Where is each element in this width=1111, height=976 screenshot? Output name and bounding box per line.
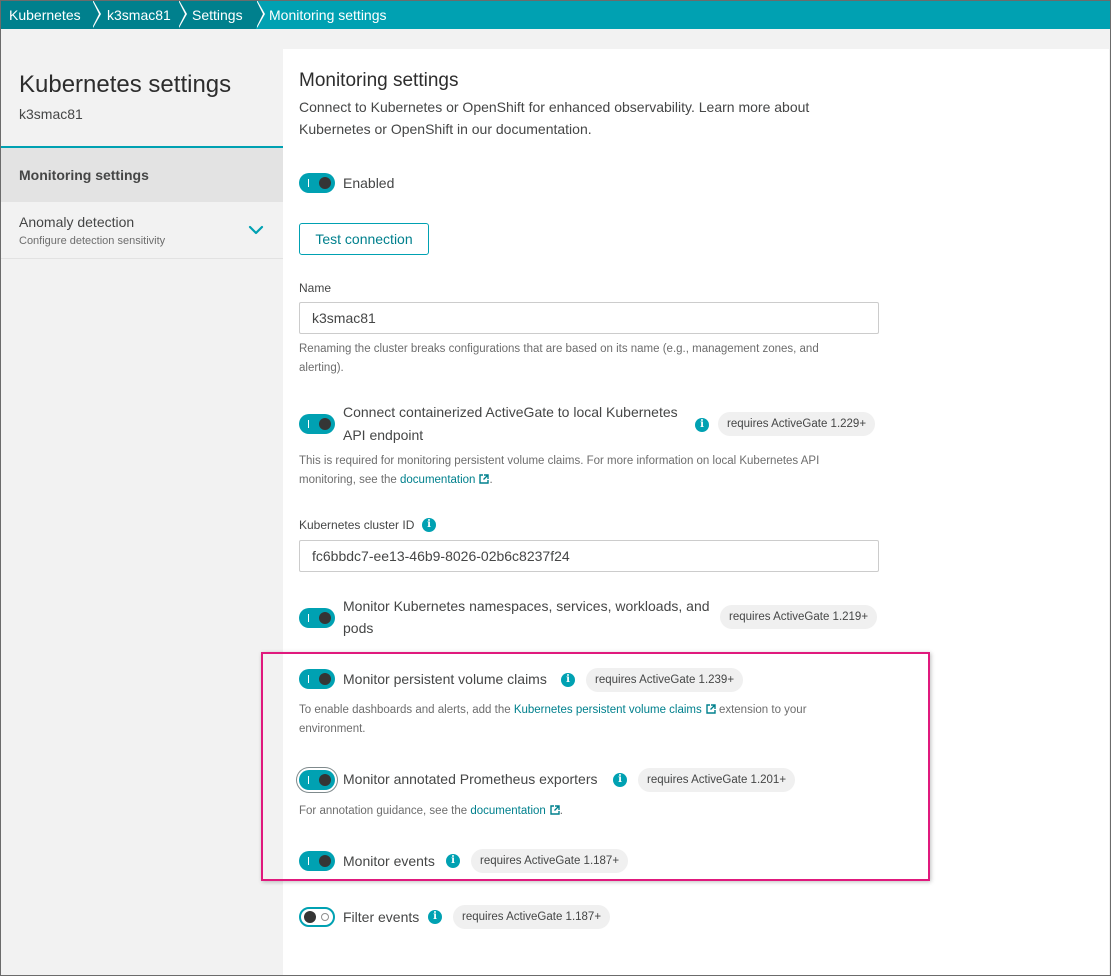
test-connection-button[interactable]: Test connection	[299, 223, 429, 255]
activegate-help-line2: monitoring, see the documentation.	[299, 471, 493, 490]
info-icon[interactable]: i	[446, 854, 460, 868]
pvc-help-line2: environment.	[299, 723, 366, 735]
toggle-knob	[304, 911, 316, 923]
toggle-on-marker	[308, 179, 309, 187]
activegate-endpoint-toggle[interactable]	[299, 414, 335, 434]
breadcrumb-cluster[interactable]: k3smac81	[92, 0, 187, 29]
documentation-link[interactable]: documentation	[400, 474, 490, 486]
prometheus-help: For annotation guidance, see the documen…	[299, 802, 563, 821]
link-label: Kubernetes persistent volume claims	[513, 704, 702, 716]
external-link-icon	[550, 805, 560, 815]
events-toggle[interactable]	[299, 851, 335, 871]
page-title: Monitoring settings	[299, 70, 459, 91]
activegate-help-line1: This is required for monitoring persiste…	[299, 455, 820, 467]
breadcrumb-current: Monitoring settings	[256, 0, 387, 29]
filter-events-toggle[interactable]	[299, 907, 335, 927]
sidebar-item-label: Anomaly detection	[19, 214, 135, 230]
namespaces-version-badge: requires ActiveGate 1.219+	[720, 605, 878, 629]
toggle-knob	[319, 177, 331, 189]
events-label: Monitor events	[343, 853, 435, 869]
cluster-id-label: Kubernetes cluster ID	[299, 518, 415, 532]
info-icon[interactable]: i	[422, 518, 436, 532]
intro-text-line1: Connect to Kubernetes or OpenShift for e…	[299, 99, 810, 115]
sidebar-item-label: Monitoring settings	[19, 167, 149, 183]
link-label: documentation	[470, 805, 546, 817]
filter-events-version-badge: requires ActiveGate 1.187+	[453, 905, 611, 929]
pvc-help-line1: To enable dashboards and alerts, add the…	[299, 701, 807, 720]
external-link-icon	[479, 474, 490, 484]
documentation-link[interactable]: documentation	[470, 805, 560, 817]
help-text: To enable dashboards and alerts, add the	[299, 704, 514, 716]
name-help-line2: alerting).	[299, 362, 344, 374]
info-icon[interactable]: i	[428, 910, 442, 924]
main-panel: Monitoring settings Connect to Kubernete…	[283, 49, 1109, 975]
breadcrumb-label: Settings	[192, 6, 243, 23]
activegate-label-line2: API endpoint	[343, 427, 424, 443]
toggle-on-marker	[308, 675, 309, 683]
name-input[interactable]	[299, 302, 879, 334]
help-text: .	[489, 474, 493, 486]
link-label: documentation	[400, 474, 476, 486]
external-link-icon	[706, 704, 716, 714]
toggle-knob	[319, 418, 331, 430]
intro-text-line2: Kubernetes or OpenShift in our documenta…	[299, 121, 592, 137]
enabled-label: Enabled	[343, 175, 395, 191]
toggle-on-marker	[308, 857, 309, 865]
info-icon[interactable]: i	[561, 673, 575, 687]
pvc-toggle[interactable]	[299, 669, 335, 689]
pvc-label: Monitor persistent volume claims	[343, 671, 547, 687]
namespaces-label-line2: pods	[343, 620, 374, 636]
toggle-knob	[319, 612, 331, 624]
breadcrumb-label: Monitoring settings	[269, 6, 387, 23]
sidebar-item-description: Configure detection sensitivity	[19, 235, 166, 247]
toggle-on-marker	[308, 420, 309, 428]
breadcrumb: Kubernetes k3smac81 Settings Monitoring …	[0, 0, 1111, 29]
breadcrumb-kubernetes[interactable]: Kubernetes	[0, 0, 101, 29]
help-text: For annotation guidance, see the	[299, 805, 471, 817]
name-label: Name	[299, 281, 332, 295]
toggle-knob	[319, 855, 331, 867]
help-text: monitoring, see the	[299, 474, 401, 486]
toggle-knob	[319, 673, 331, 685]
enabled-toggle[interactable]	[299, 173, 335, 193]
prometheus-version-badge: requires ActiveGate 1.201+	[638, 768, 796, 792]
help-text: .	[559, 805, 563, 817]
prometheus-label: Monitor annotated Prometheus exporters	[343, 771, 598, 787]
sidebar-title: Kubernetes settings	[19, 71, 232, 98]
button-label: Test connection	[315, 231, 413, 247]
pvc-version-badge: requires ActiveGate 1.239+	[586, 668, 744, 692]
namespaces-toggle[interactable]	[299, 608, 335, 628]
breadcrumb-settings[interactable]: Settings	[178, 0, 265, 29]
filter-events-label: Filter events	[343, 909, 420, 925]
sidebar-item-anomaly-detection[interactable]: Anomaly detection Configure detection se…	[1, 202, 283, 259]
sidebar-item-monitoring-settings[interactable]: Monitoring settings	[1, 148, 283, 202]
sidebar-subtitle: k3smac81	[19, 106, 83, 122]
cluster-id-input[interactable]	[299, 540, 879, 572]
help-text: extension to your	[715, 704, 807, 716]
chevron-down-icon[interactable]	[248, 222, 264, 238]
breadcrumb-label: k3smac81	[107, 6, 171, 23]
activegate-label-line1: Connect containerized ActiveGate to loca…	[343, 404, 678, 420]
toggle-off-marker	[321, 913, 329, 921]
sidebar: Kubernetes settings k3smac81 Monitoring …	[1, 29, 283, 975]
info-icon[interactable]: i	[613, 773, 627, 787]
pvc-extension-link[interactable]: Kubernetes persistent volume claims	[514, 704, 716, 716]
info-icon[interactable]: i	[695, 418, 709, 432]
breadcrumb-label: Kubernetes	[9, 6, 81, 23]
toggle-knob	[319, 774, 331, 786]
toggle-on-marker	[308, 614, 309, 622]
activegate-version-badge: requires ActiveGate 1.229+	[718, 412, 876, 436]
toggle-on-marker	[308, 776, 309, 784]
namespaces-label-line1: Monitor Kubernetes namespaces, services,…	[343, 598, 710, 614]
prometheus-toggle[interactable]	[299, 770, 335, 790]
name-help-line1: Renaming the cluster breaks configuratio…	[299, 343, 819, 355]
events-version-badge: requires ActiveGate 1.187+	[471, 849, 629, 873]
